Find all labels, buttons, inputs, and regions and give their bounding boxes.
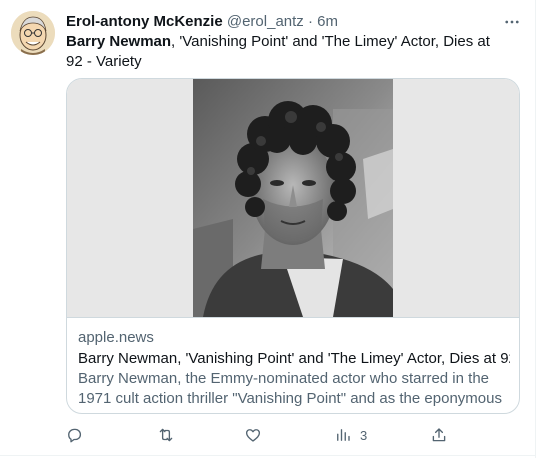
timestamp[interactable]: 6m: [317, 13, 338, 30]
tweet-divider: [0, 455, 536, 456]
reply-button[interactable]: [65, 424, 83, 446]
timeline-border: [535, 0, 536, 458]
like-button[interactable]: [244, 424, 262, 446]
card-domain: apple.news: [78, 329, 154, 346]
more-options-button[interactable]: [500, 10, 524, 34]
views-icon: [337, 429, 350, 441]
tweet-text-bold: Barry Newman: [66, 33, 172, 50]
heart-icon: [245, 429, 261, 442]
views-button[interactable]: 3: [334, 424, 367, 446]
more-icon: [505, 20, 519, 24]
share-icon: [432, 428, 446, 442]
author-name[interactable]: Erol-antony McKenzie: [66, 13, 223, 30]
card-title: Barry Newman, 'Vanishing Point' and 'The…: [78, 350, 510, 367]
separator-dot: ·: [307, 13, 313, 30]
tweet-text: Barry Newman, 'Vanishing Point' and 'The…: [66, 32, 496, 72]
link-preview-card[interactable]: apple.news Barry Newman, 'Vanishing Poin…: [66, 78, 520, 414]
action-bar: 3: [0, 424, 536, 446]
card-media: [67, 79, 519, 317]
views-count: 3: [360, 427, 368, 443]
card-divider: [67, 317, 519, 318]
tweet-header: Erol-antony McKenzie @erol_antz · 6m: [66, 12, 338, 32]
retweet-icon: [159, 428, 173, 442]
author-handle[interactable]: @erol_antz: [227, 13, 304, 30]
portrait-photo-image: [193, 79, 393, 317]
card-description: Barry Newman, the Emmy-nominated actor w…: [78, 370, 502, 407]
share-button[interactable]: [430, 424, 448, 446]
reply-icon: [68, 428, 82, 443]
card-photo: [193, 79, 393, 317]
retweet-button[interactable]: [157, 424, 175, 446]
caricature-avatar-image: [11, 11, 55, 55]
avatar[interactable]: [11, 11, 55, 55]
